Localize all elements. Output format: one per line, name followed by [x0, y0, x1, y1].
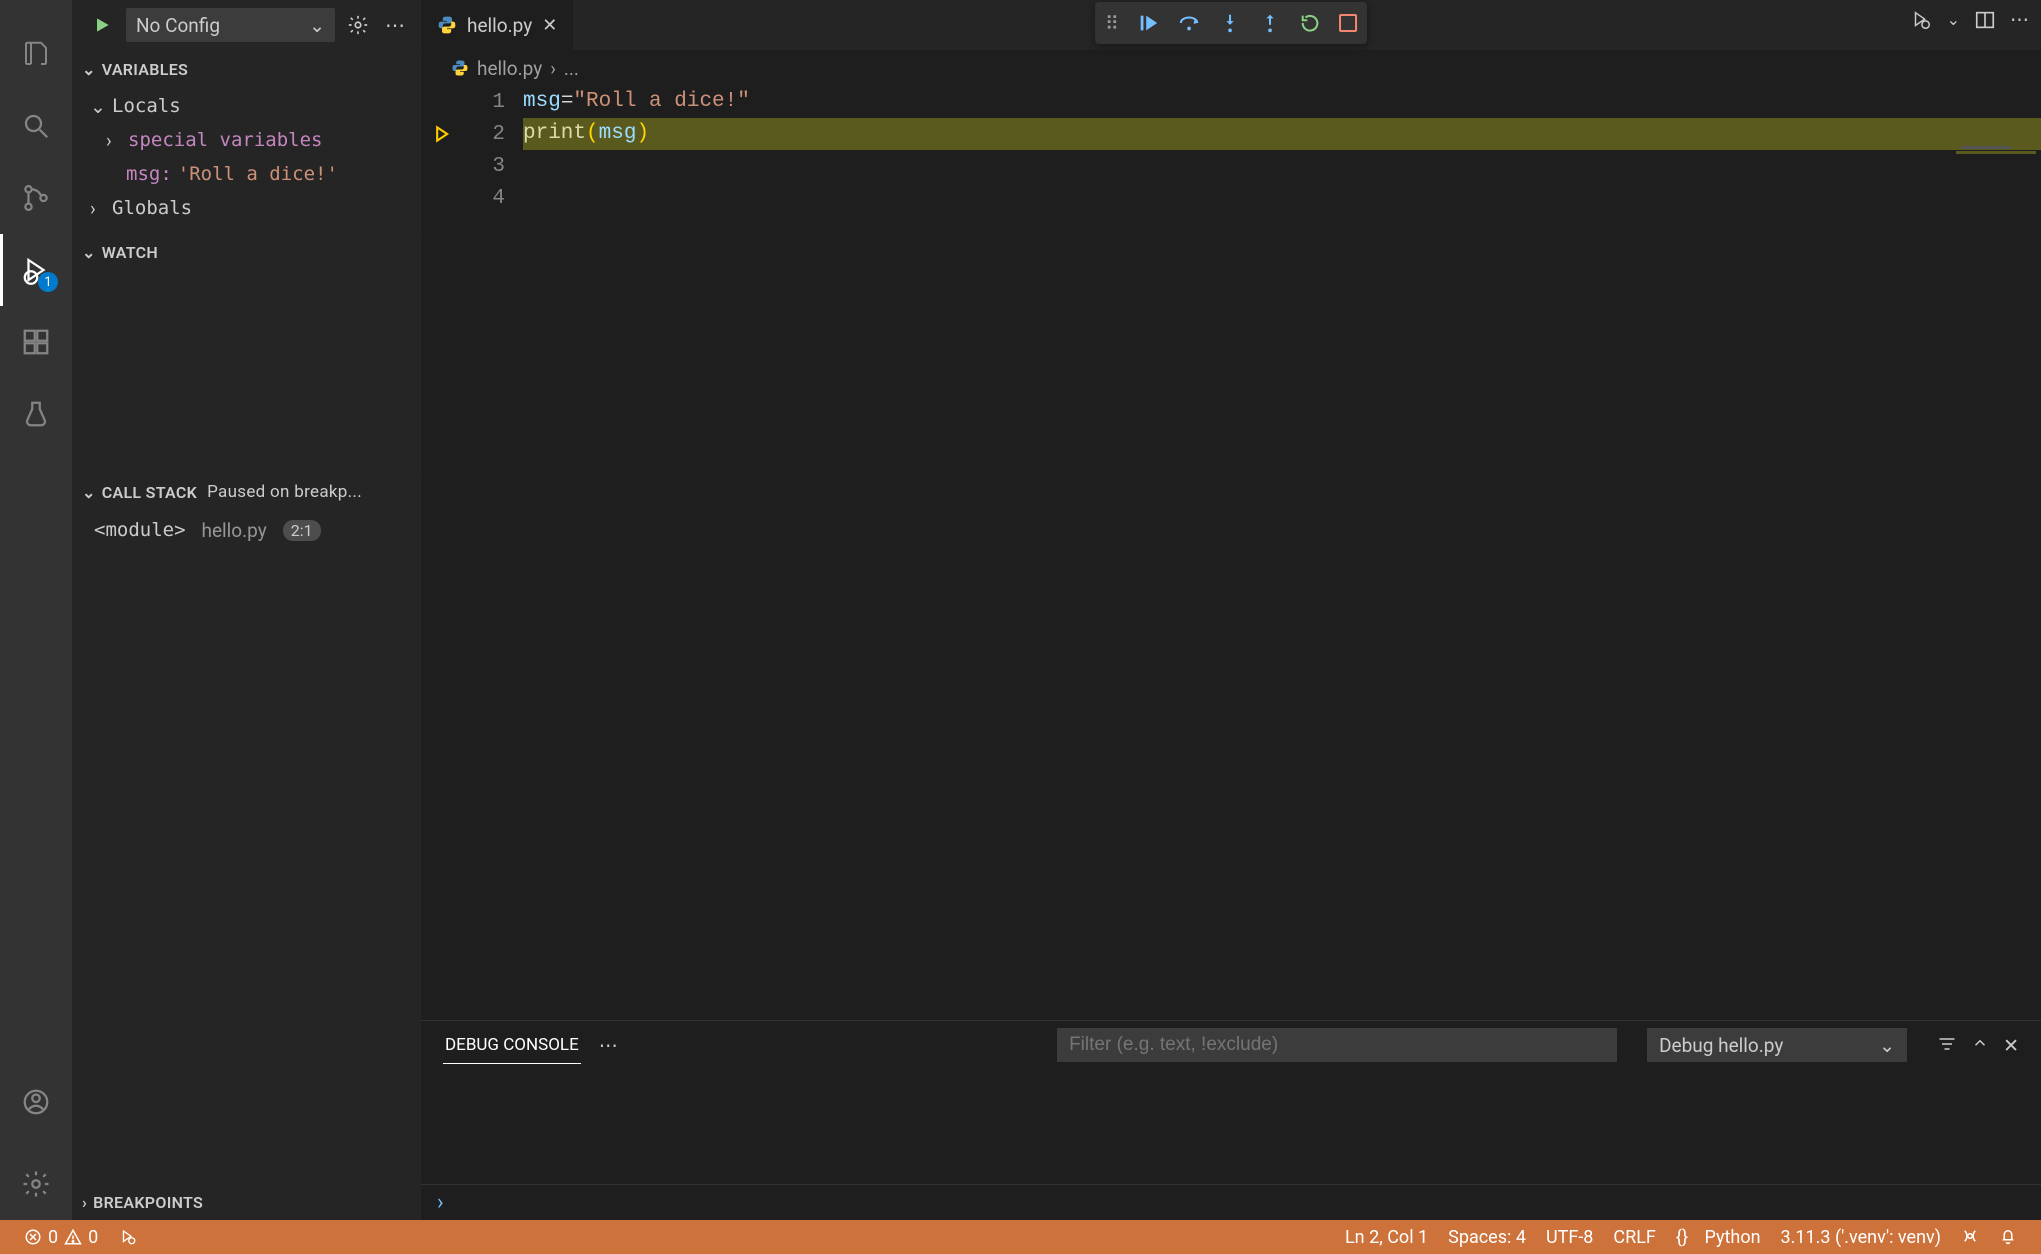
chevron-down-icon: ⌄	[82, 243, 96, 262]
minimap[interactable]	[1951, 146, 2041, 176]
callstack-frame[interactable]: <module> hello.py 2:1	[72, 512, 421, 548]
sidebar-more-icon[interactable]: ⋯	[385, 13, 405, 37]
chevron-right-icon: ›	[437, 1190, 444, 1215]
breadcrumb[interactable]: hello.py › ...	[421, 50, 2041, 86]
step-out-icon[interactable]	[1259, 12, 1281, 34]
chevron-down-icon: ⌄	[1879, 1034, 1895, 1057]
tab-debug-console[interactable]: DEBUG CONSOLE	[443, 1027, 581, 1064]
step-over-icon[interactable]	[1177, 12, 1201, 34]
explorer-icon[interactable]	[0, 18, 72, 90]
tab-hello-py[interactable]: hello.py ✕	[421, 0, 574, 50]
status-ln-col[interactable]: Ln 2, Col 1	[1335, 1227, 1438, 1248]
activity-bar: 1	[0, 0, 72, 1220]
start-debug-icon[interactable]	[92, 15, 112, 35]
search-icon[interactable]	[0, 90, 72, 162]
step-into-icon[interactable]	[1219, 12, 1241, 34]
variables-locals[interactable]: ⌄ Locals	[72, 89, 421, 123]
console-prompt[interactable]: ›	[421, 1184, 2041, 1220]
variable-msg[interactable]: msg: 'Roll a dice!'	[72, 157, 421, 191]
bottom-panel: DEBUG CONSOLE ⋯ Debug hello.py ⌄ ✕	[421, 1020, 2041, 1220]
python-icon	[451, 59, 469, 77]
status-eol[interactable]: CRLF	[1603, 1227, 1665, 1248]
drag-handle-icon[interactable]: ⠿	[1105, 12, 1119, 35]
watch-panel: ⌄ WATCH	[72, 233, 421, 473]
status-spaces[interactable]: Spaces: 4	[1438, 1227, 1536, 1248]
testing-icon[interactable]	[0, 378, 72, 450]
chevron-down-icon[interactable]: ⌄	[1947, 10, 1960, 29]
callstack-status: Paused on breakp...	[207, 482, 362, 502]
debug-config-select[interactable]: No Config ⌄	[126, 8, 335, 42]
status-errors[interactable]: 0 0	[14, 1220, 108, 1254]
debug-config-gear-icon[interactable]	[347, 14, 369, 36]
watch-title[interactable]: ⌄ WATCH	[72, 234, 421, 270]
chevron-down-icon: ⌄	[90, 95, 112, 118]
close-panel-icon[interactable]: ✕	[2003, 1034, 2019, 1057]
continue-icon[interactable]	[1137, 12, 1159, 34]
variables-panel: ⌄ VARIABLES ⌄ Locals › special variables…	[72, 50, 421, 233]
accounts-icon[interactable]	[0, 1066, 72, 1138]
run-debug-icon[interactable]: 1	[0, 234, 72, 306]
restart-icon[interactable]	[1299, 12, 1321, 34]
debug-config-label: No Config	[136, 14, 220, 37]
python-icon	[437, 15, 457, 35]
chevron-right-icon: ›	[90, 197, 112, 220]
more-icon[interactable]: ⋯	[599, 1034, 618, 1057]
chevron-down-icon: ⌄	[82, 483, 96, 502]
variables-special[interactable]: › special variables	[72, 123, 421, 157]
collapse-icon[interactable]	[1971, 1034, 1989, 1057]
debug-sidebar: No Config ⌄ ⋯ ⌄ VARIABLES ⌄ Locals › spe…	[72, 0, 421, 1220]
settings-gear-icon[interactable]	[0, 1148, 72, 1220]
debug-toolbar[interactable]: ⠿	[1095, 2, 1367, 44]
status-bar: 0 0 Ln 2, Col 1 Spaces: 4 UTF-8 CRLF {} …	[0, 1220, 2041, 1254]
variables-title[interactable]: ⌄ VARIABLES	[72, 51, 421, 87]
callstack-title[interactable]: ⌄ CALL STACK Paused on breakp...	[72, 474, 421, 510]
variables-globals[interactable]: › Globals	[72, 191, 421, 225]
extensions-icon[interactable]	[0, 306, 72, 378]
stop-icon[interactable]	[1339, 14, 1357, 32]
filter-icon[interactable]	[1937, 1034, 1957, 1057]
more-icon[interactable]: ⋯	[2010, 8, 2029, 31]
chevron-right-icon: ›	[550, 57, 556, 80]
run-python-icon[interactable]	[1909, 9, 1933, 31]
editor-area: hello.py ✕ ⠿	[421, 0, 2041, 1220]
chevron-down-icon: ⌄	[82, 60, 96, 79]
execution-pointer-icon	[433, 124, 453, 144]
status-lang[interactable]: {} Python	[1666, 1227, 1771, 1248]
console-session-select[interactable]: Debug hello.py ⌄	[1647, 1028, 1907, 1062]
close-icon[interactable]: ✕	[542, 15, 557, 36]
debug-badge: 1	[38, 272, 58, 292]
callstack-panel: ⌄ CALL STACK Paused on breakp... <module…	[72, 473, 421, 1183]
status-debug-icon[interactable]	[108, 1220, 148, 1254]
tab-label: hello.py	[467, 14, 532, 37]
current-line: print(msg)	[523, 118, 2041, 150]
source-control-icon[interactable]	[0, 162, 72, 234]
chevron-down-icon: ⌄	[309, 14, 325, 37]
breakpoints-panel: › BREAKPOINTS	[72, 1183, 421, 1220]
status-interpreter[interactable]: 3.11.3 ('.venv': venv)	[1771, 1227, 1951, 1248]
console-filter-input[interactable]	[1057, 1028, 1617, 1062]
status-broadcast-icon[interactable]	[1951, 1227, 1989, 1245]
sidebar-header: No Config ⌄ ⋯	[72, 0, 421, 50]
breakpoints-title[interactable]: › BREAKPOINTS	[72, 1184, 421, 1220]
split-editor-icon[interactable]	[1974, 9, 1996, 31]
editor-actions: ⌄ ⋯	[1909, 8, 2029, 31]
chevron-right-icon: ›	[82, 1193, 87, 1212]
chevron-right-icon: ›	[106, 129, 128, 152]
code-editor[interactable]: 1 2 3 4 msg = "Roll a dice!" print(msg)	[421, 86, 2041, 1020]
status-encoding[interactable]: UTF-8	[1536, 1227, 1603, 1248]
status-bell-icon[interactable]	[1989, 1227, 2027, 1245]
line-numbers: 1 2 3 4	[469, 86, 523, 1020]
